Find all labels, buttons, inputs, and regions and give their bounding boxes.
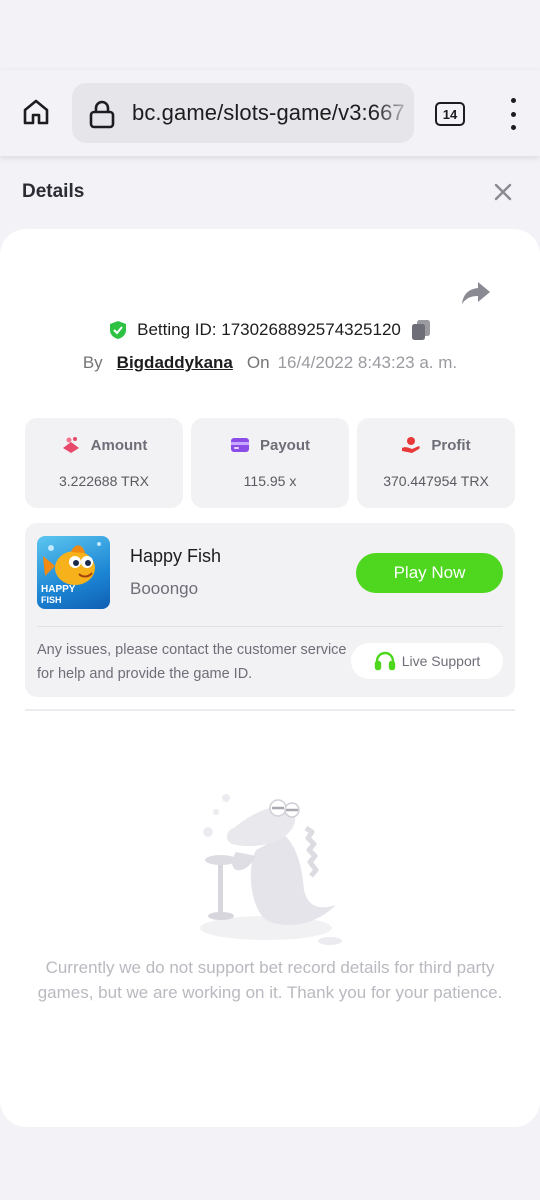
headset-icon bbox=[374, 651, 395, 671]
on-label: On bbox=[246, 353, 270, 372]
stat-label: Profit bbox=[431, 436, 471, 454]
thumb-title-line1: HAPPY bbox=[41, 584, 76, 595]
game-thumbnail[interactable]: HAPPY FISH bbox=[37, 536, 110, 609]
bet-date: 16/4/2022 8:43:23 a. m. bbox=[277, 353, 458, 372]
play-now-button[interactable]: Play Now bbox=[356, 553, 503, 593]
stat-payout: Payout 115.95 x bbox=[191, 418, 349, 508]
divider bbox=[37, 626, 503, 627]
shield-check-icon bbox=[110, 321, 127, 339]
url-fade bbox=[374, 83, 414, 143]
stat-value: 115.95 x bbox=[243, 473, 297, 489]
section-divider bbox=[25, 709, 515, 711]
betting-id-label: Betting ID: bbox=[137, 320, 217, 339]
coins-icon bbox=[62, 437, 79, 453]
live-support-label: Live Support bbox=[401, 653, 481, 669]
username-link[interactable]: Bigdaddykana bbox=[117, 353, 233, 373]
copy-icon[interactable] bbox=[411, 319, 431, 341]
home-icon bbox=[23, 99, 49, 125]
stat-profit: Profit 370.447954 TRX bbox=[357, 418, 515, 508]
crocodile-illustration bbox=[200, 794, 342, 945]
game-provider: Booongo bbox=[130, 579, 199, 598]
game-name: Happy Fish bbox=[130, 546, 222, 566]
support-notice: Any issues, please contact the customer … bbox=[37, 642, 347, 682]
bet-meta-row: By Bigdaddykana On 16/4/2022 8:43:23 a. … bbox=[0, 350, 540, 376]
browser-toolbar: bc.game/slots-game/v3:667 14 bbox=[0, 70, 540, 156]
empty-state-message: Currently we do not support bet record d… bbox=[37, 958, 503, 1002]
dot-icon bbox=[510, 111, 516, 117]
betting-id-text: Betting ID: 1730268892574325120 bbox=[137, 320, 401, 340]
dot-icon bbox=[510, 98, 516, 103]
betting-id-value: 1730268892574325120 bbox=[221, 320, 401, 339]
stat-value: 3.222688 TRX bbox=[58, 473, 150, 489]
status-bar bbox=[0, 0, 540, 70]
panel-title: Details bbox=[22, 181, 85, 202]
tab-switcher-button[interactable]: 14 bbox=[435, 102, 465, 126]
close-icon[interactable] bbox=[490, 179, 516, 205]
game-info-box: HAPPY FISH Happy Fish Booongo Play Now A… bbox=[25, 523, 515, 697]
share-icon[interactable] bbox=[460, 279, 492, 307]
stat-label: Payout bbox=[259, 436, 310, 454]
browser-menu-button[interactable] bbox=[500, 96, 526, 132]
home-button[interactable] bbox=[16, 92, 56, 132]
lock-icon bbox=[89, 100, 115, 129]
stat-value: 370.447954 TRX bbox=[383, 473, 489, 489]
stat-label: Amount bbox=[90, 436, 148, 454]
stat-amount: Amount 3.222688 TRX bbox=[25, 418, 183, 508]
hand-coin-icon bbox=[402, 437, 421, 453]
by-label: By bbox=[82, 353, 103, 372]
url-text: bc.game/slots-game/v3:667 bbox=[132, 100, 405, 125]
card-icon bbox=[230, 438, 249, 452]
address-bar[interactable]: bc.game/slots-game/v3:667 bbox=[72, 83, 414, 143]
betting-id-row: Betting ID: 1730268892574325120 bbox=[0, 316, 540, 344]
live-support-button[interactable]: Live Support bbox=[351, 643, 503, 679]
thumb-title-line2: FISH bbox=[41, 595, 62, 605]
dot-icon bbox=[510, 125, 516, 130]
